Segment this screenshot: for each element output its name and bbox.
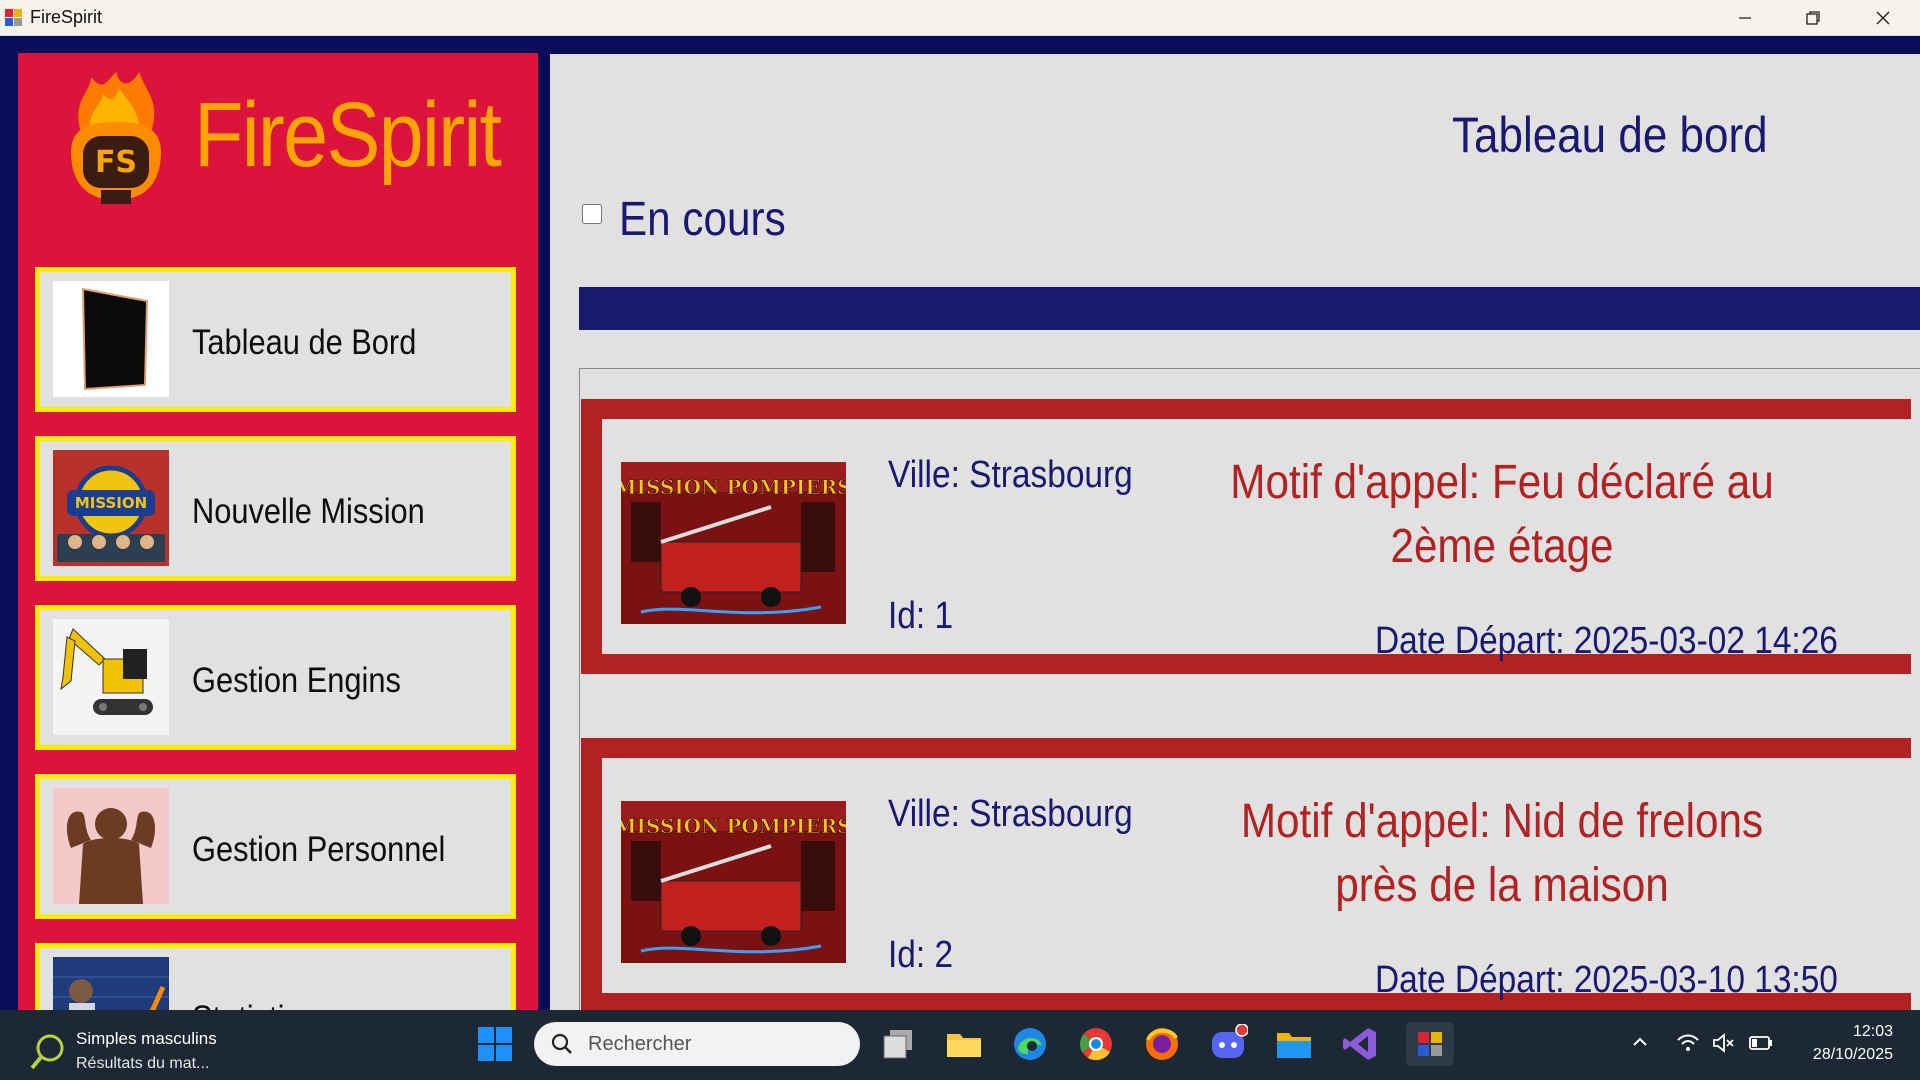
file-explorer-icon[interactable] xyxy=(944,1024,984,1064)
visual-studio-icon[interactable] xyxy=(1340,1024,1380,1064)
mission-id: Id: 1 xyxy=(888,595,954,637)
dashboard-panel-image xyxy=(53,281,169,397)
sidebar-item-label: Gestion Personnel xyxy=(192,830,446,869)
sidebar-item-label: Gestion Engins xyxy=(192,661,401,700)
speaker-muted-icon[interactable] xyxy=(1712,1032,1736,1054)
person-flexing-image xyxy=(53,788,169,904)
sidebar-item-label: Tableau de Bord xyxy=(192,323,417,362)
close-button[interactable] xyxy=(1848,0,1918,35)
chrome-icon[interactable] xyxy=(1076,1024,1116,1064)
mission-ville: Ville: Strasbourg xyxy=(888,454,1133,496)
taskbar-search[interactable]: Rechercher xyxy=(534,1022,860,1066)
mission-date: Date Départ: 2025-03-02 14:26 xyxy=(1375,620,1838,662)
mission-pompiers-image: MISSION POMPIERS xyxy=(621,462,846,624)
chevron-up-icon[interactable] xyxy=(1630,1032,1650,1052)
tennis-ball-icon xyxy=(30,1034,64,1070)
search-icon xyxy=(551,1033,572,1054)
mission-id: Id: 2 xyxy=(888,934,954,976)
brand-name: FireSpirit xyxy=(194,84,502,186)
sidebar-item-gestion-engins[interactable]: Gestion Engins xyxy=(35,605,516,750)
svg-text:MISSION POMPIERS: MISSION POMPIERS xyxy=(621,814,846,838)
page-title: Tableau de bord xyxy=(1452,107,1768,163)
stock-chart-image xyxy=(53,957,169,1010)
mission-pompiers-image: MISSION POMPIERS xyxy=(621,801,846,963)
folder-icon[interactable] xyxy=(1274,1024,1314,1064)
app-icon xyxy=(5,9,22,26)
logo: FS FireSpirit xyxy=(46,67,526,217)
svg-text:MISSION: MISSION xyxy=(75,494,147,512)
en-cours-label: En cours xyxy=(619,193,786,246)
mission-card-body: MISSION POMPIERS Ville: Strasbourg Id: 2… xyxy=(602,758,1920,1001)
taskbar: Simples masculins Résultats du mat... Re… xyxy=(0,1010,1920,1080)
close-icon xyxy=(1876,11,1890,24)
clock-date: 28/10/2025 xyxy=(1812,1046,1893,1063)
discord-icon[interactable] xyxy=(1208,1023,1249,1064)
mission-motif: Motif d'appel: Nid de frelons près de la… xyxy=(1240,795,1764,912)
mission-ville: Ville: Strasbourg xyxy=(888,793,1133,835)
svg-text:MISSION POMPIERS: MISSION POMPIERS xyxy=(621,475,846,499)
search-placeholder: Rechercher xyxy=(588,1033,692,1055)
header-bar xyxy=(579,287,1920,330)
main-content: Tableau de bord En cours MISSION POMPIER… xyxy=(550,54,1920,1010)
flame-logo-icon: FS xyxy=(71,72,161,204)
news-title: Simples masculins xyxy=(76,1029,217,1048)
sidebar-item-tableau-de-bord[interactable]: Tableau de Bord xyxy=(35,267,516,412)
mission-date: Date Départ: 2025-03-10 13:50 xyxy=(1375,959,1838,1001)
minimize-button[interactable] xyxy=(1710,0,1780,35)
task-view-icon[interactable] xyxy=(878,1024,918,1064)
news-subtitle: Résultats du mat... xyxy=(76,1055,210,1072)
wifi-icon[interactable] xyxy=(1676,1032,1700,1054)
svg-text:FS: FS xyxy=(95,145,137,180)
sidebar-item-label: Statistiques xyxy=(192,999,351,1010)
firefox-icon[interactable] xyxy=(1142,1024,1182,1064)
en-cours-checkbox[interactable] xyxy=(582,204,602,224)
mission-card-body: MISSION POMPIERS Ville: Strasbourg Id: 1… xyxy=(602,419,1920,662)
mission-motif: Motif d'appel: Feu déclaré au 2ème étage xyxy=(1230,456,1774,573)
battery-icon[interactable] xyxy=(1748,1032,1774,1054)
sidebar: FS FireSpirit Tableau de Bord MISSION No… xyxy=(18,53,538,1010)
restore-icon xyxy=(1806,10,1820,25)
sidebar-item-gestion-personnel[interactable]: Gestion Personnel xyxy=(35,774,516,919)
sidebar-item-nouvelle-mission[interactable]: MISSION Nouvelle Mission xyxy=(35,436,516,581)
restore-button[interactable] xyxy=(1778,0,1848,35)
mission-sauvetage-image: MISSION xyxy=(53,450,169,566)
edge-icon[interactable] xyxy=(1010,1024,1050,1064)
window-title: FireSpirit xyxy=(30,7,103,27)
sidebar-item-label: Nouvelle Mission xyxy=(192,492,425,531)
sidebar-item-statistiques[interactable]: Statistiques xyxy=(35,943,516,1010)
mission-card[interactable]: MISSION POMPIERS Ville: Strasbourg Id: 2… xyxy=(581,738,1920,1010)
firespirit-app-icon[interactable] xyxy=(1406,1022,1454,1066)
taskbar-clock[interactable]: 12:03 28/10/2025 xyxy=(1797,1020,1893,1066)
app-window: FS FireSpirit Tableau de Bord MISSION No… xyxy=(0,36,1920,1010)
window-titlebar: FireSpirit xyxy=(0,0,1920,36)
clock-time: 12:03 xyxy=(1852,1023,1893,1040)
excavator-image xyxy=(53,619,169,735)
mission-card[interactable]: MISSION POMPIERS Ville: Strasbourg Id: 1… xyxy=(581,399,1920,674)
minimize-icon xyxy=(1739,16,1751,19)
windows-start-icon[interactable] xyxy=(475,1024,515,1064)
